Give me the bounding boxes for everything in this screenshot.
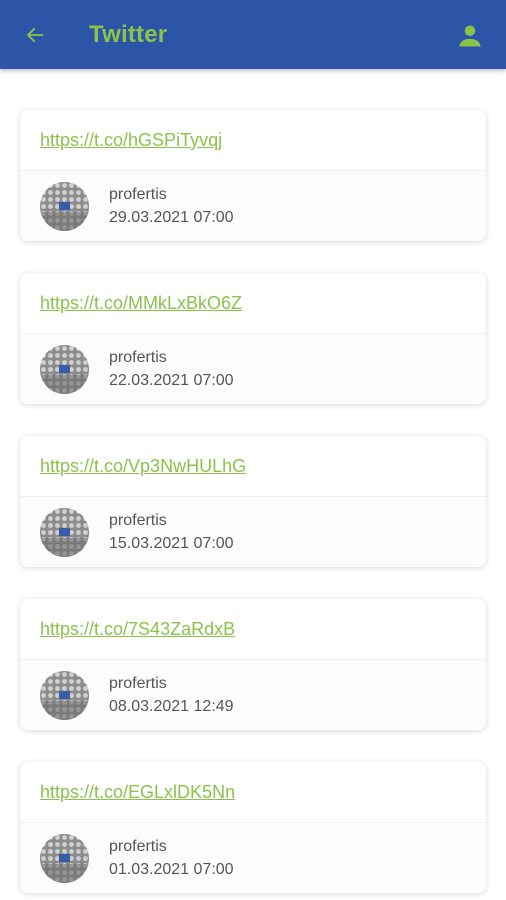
tweet-date: 29.03.2021 07:00 <box>109 209 234 226</box>
tweet-meta: profertis 01.03.2021 07:00 <box>109 835 234 881</box>
tweet-card[interactable]: https://t.co/MMkLxBkO6Z profertis 22.03.… <box>20 273 486 404</box>
tweet-list: https://t.co/hGSPiTyvqj profertis 29.03.… <box>0 69 506 893</box>
avatar <box>40 344 89 394</box>
back-button[interactable] <box>22 22 48 48</box>
avatar <box>40 670 89 720</box>
tweet-card[interactable]: https://t.co/7S43ZaRdxB profertis 08.03.… <box>20 599 486 730</box>
tweet-link-row: https://t.co/MMkLxBkO6Z <box>20 273 486 334</box>
tweet-author: profertis <box>109 512 167 529</box>
tweet-date: 08.03.2021 12:49 <box>109 698 234 715</box>
tweet-author: profertis <box>109 349 167 366</box>
tweet-link[interactable]: https://t.co/Vp3NwHULhG <box>40 456 246 477</box>
tweet-meta-row: profertis 08.03.2021 12:49 <box>20 660 486 730</box>
tweet-link-row: https://t.co/hGSPiTyvqj <box>20 110 486 171</box>
tweet-meta-row: profertis 29.03.2021 07:00 <box>20 171 486 241</box>
avatar <box>40 181 89 231</box>
tweet-date: 15.03.2021 07:00 <box>109 535 234 552</box>
tweet-card[interactable]: https://t.co/hGSPiTyvqj profertis 29.03.… <box>20 110 486 241</box>
tweet-card[interactable]: https://t.co/Vp3NwHULhG profertis 15.03.… <box>20 436 486 567</box>
tweet-meta-row: profertis 22.03.2021 07:00 <box>20 334 486 404</box>
app-bar: Twitter <box>0 0 506 69</box>
tweet-link[interactable]: https://t.co/hGSPiTyvqj <box>40 130 222 151</box>
tweet-link[interactable]: https://t.co/EGLxlDK5Nn <box>40 782 235 803</box>
tweet-meta: profertis 29.03.2021 07:00 <box>109 183 234 229</box>
tweet-meta-row: profertis 15.03.2021 07:00 <box>20 497 486 567</box>
tweet-link[interactable]: https://t.co/MMkLxBkO6Z <box>40 293 242 314</box>
avatar <box>40 833 89 883</box>
tweet-author: profertis <box>109 675 167 692</box>
tweet-author: profertis <box>109 838 167 855</box>
page-title: Twitter <box>89 21 168 48</box>
tweet-date: 22.03.2021 07:00 <box>109 372 234 389</box>
tweet-meta: profertis 22.03.2021 07:00 <box>109 346 234 392</box>
tweet-link-row: https://t.co/EGLxlDK5Nn <box>20 762 486 823</box>
arrow-left-icon <box>26 27 44 43</box>
tweet-author: profertis <box>109 186 167 203</box>
avatar <box>40 507 89 557</box>
tweet-link-row: https://t.co/Vp3NwHULhG <box>20 436 486 497</box>
tweet-meta-row: profertis 01.03.2021 07:00 <box>20 823 486 893</box>
tweet-link-row: https://t.co/7S43ZaRdxB <box>20 599 486 660</box>
person-icon <box>459 25 481 47</box>
account-button[interactable] <box>456 22 484 50</box>
tweet-date: 01.03.2021 07:00 <box>109 861 234 878</box>
tweet-link[interactable]: https://t.co/7S43ZaRdxB <box>40 619 235 640</box>
tweet-meta: profertis 08.03.2021 12:49 <box>109 672 234 718</box>
tweet-meta: profertis 15.03.2021 07:00 <box>109 509 234 555</box>
tweet-card[interactable]: https://t.co/EGLxlDK5Nn profertis 01.03.… <box>20 762 486 893</box>
